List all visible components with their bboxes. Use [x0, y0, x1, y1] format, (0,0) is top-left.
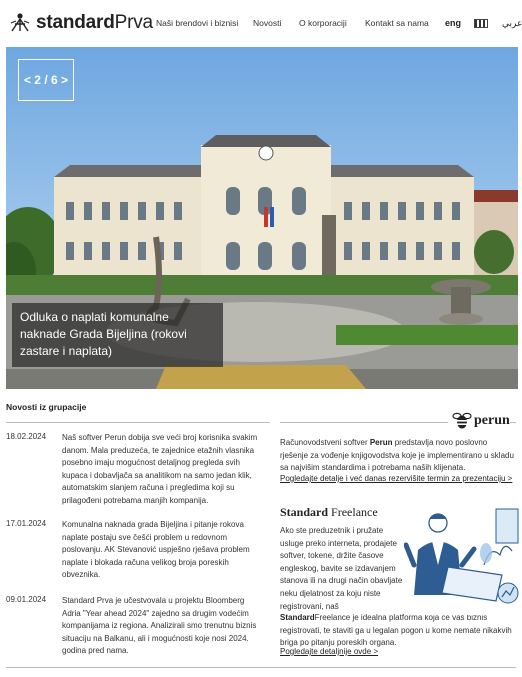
- nav-brands[interactable]: Naši brendovi i biznisi: [156, 18, 238, 28]
- news-text[interactable]: Komunalna naknada grada Bijeljina i pita…: [62, 519, 264, 582]
- freelance-link[interactable]: Pogledajte detaljnije ovde >: [280, 647, 378, 656]
- hero-slider[interactable]: < 2 / 6 > Odluka o naplati komunalne nak…: [6, 47, 518, 389]
- news-date: 17.01.2024: [6, 519, 47, 528]
- logo-icon: [10, 13, 30, 32]
- perun-description: Računovodstveni softver Perun predstavlj…: [280, 438, 514, 473]
- slide-counter[interactable]: < 2 / 6 >: [18, 59, 74, 101]
- lang-eng[interactable]: eng: [445, 18, 461, 28]
- perun-logo-text: perun: [474, 413, 510, 428]
- bee-icon: [452, 412, 472, 429]
- nav-about[interactable]: O korporaciji: [299, 18, 347, 28]
- perun-link[interactable]: Pogledajte detalje i već danas rezerviši…: [280, 474, 512, 483]
- site-header: standardPrva Naši brendovi i biznisi Nov…: [0, 0, 522, 46]
- news-text[interactable]: Naš softver Perun dobija sve veći broj k…: [62, 432, 264, 508]
- lang-arabic[interactable]: عربي: [502, 18, 522, 29]
- news-date: 09.01.2024: [6, 595, 47, 604]
- perun-bold: Perun: [369, 438, 393, 447]
- freelancer-illustration: [404, 505, 520, 615]
- perun-logo[interactable]: perun: [448, 410, 510, 432]
- site-logo[interactable]: standardPrva: [8, 10, 153, 36]
- logo-text-bold: standard: [36, 12, 115, 33]
- freelance-description-cont: StandardFreelance je idealna platforma k…: [280, 613, 512, 648]
- news-date: 18.02.2024: [6, 432, 47, 441]
- logo-text-light: Prva: [114, 12, 153, 33]
- news-text[interactable]: Standard Prva je učestvovala u projektu …: [62, 595, 264, 658]
- nav-news[interactable]: Novosti: [253, 18, 281, 28]
- freelance-description: Ako ste preduzetnik i pružate usluge pre…: [280, 526, 403, 611]
- flag-icon[interactable]: [474, 19, 488, 28]
- divider: [6, 667, 516, 668]
- hero-caption[interactable]: Odluka o naplati komunalne naknade Grada…: [12, 303, 223, 367]
- nav-contact[interactable]: Kontakt sa nama: [365, 18, 429, 28]
- freelance-title: Standard Freelance: [280, 505, 378, 519]
- news-section-title: Novosti iz grupacije: [6, 402, 87, 412]
- divider: [6, 422, 270, 423]
